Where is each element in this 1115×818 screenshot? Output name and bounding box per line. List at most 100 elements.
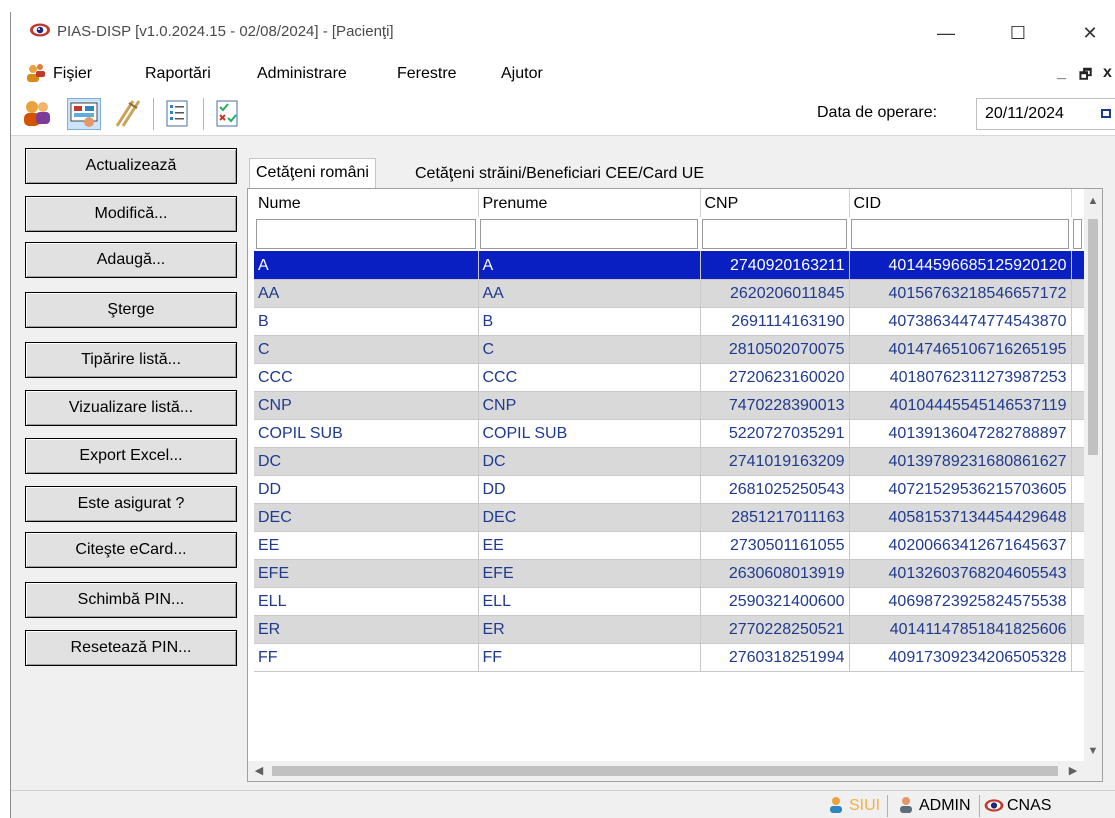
reset-pin-button[interactable]: Resetează PIN... — [25, 630, 237, 666]
patients-button[interactable] — [21, 98, 55, 130]
mdi-close-button[interactable]: x — [1103, 64, 1112, 82]
cell-cid[interactable]: 40581537134454429648 — [849, 503, 1072, 532]
cell-nume[interactable]: FF — [254, 643, 479, 672]
cell-nume[interactable]: B — [254, 307, 479, 336]
table-row[interactable]: DEC DEC 2851217011163 40581537134454429648 — [254, 503, 1085, 532]
print-list-button[interactable]: Tipărire listă... — [25, 342, 237, 378]
cell-cid[interactable]: 40147465106716265195 — [849, 335, 1072, 364]
cell-cnp[interactable]: 5220727035291 — [700, 419, 850, 448]
cell-nume[interactable]: CCC — [254, 363, 479, 392]
column-header-nume[interactable]: Nume — [254, 189, 479, 217]
filter-prenume-input[interactable] — [480, 219, 698, 249]
tab-foreign-citizens[interactable]: Cetăţeni străini/Beneficiari CEE/Card UE — [409, 160, 711, 188]
cell-cnp[interactable]: 2630608013919 — [700, 559, 850, 588]
cell-prenume[interactable]: C — [478, 335, 701, 364]
cell-cnp[interactable]: 2691114163190 — [700, 307, 850, 336]
cell-nume[interactable]: C — [254, 335, 479, 364]
crutches-button[interactable] — [111, 98, 145, 130]
operation-date-field[interactable]: 20/11/2024 — [976, 98, 1115, 130]
cell-cnp[interactable]: 2740920163211 — [700, 251, 850, 280]
cell-cnp[interactable]: 2620206011845 — [700, 279, 850, 308]
cell-prenume[interactable]: ER — [478, 615, 701, 644]
cell-prenume[interactable]: DD — [478, 475, 701, 504]
vertical-scrollbar[interactable]: ▲ ▼ — [1084, 189, 1102, 763]
add-button[interactable]: Adaugă... — [25, 242, 237, 278]
scroll-up-icon[interactable]: ▲ — [1084, 191, 1102, 211]
cell-cnp[interactable]: 2760318251994 — [700, 643, 850, 672]
cell-cid[interactable]: 40104445545146537119 — [849, 391, 1072, 420]
cell-nume[interactable]: AA — [254, 279, 479, 308]
mdi-minimize-button[interactable]: _ — [1057, 64, 1066, 82]
filter-cnp-input[interactable] — [702, 219, 847, 249]
cell-cid[interactable]: 40180762311273987253 — [849, 363, 1072, 392]
list-button[interactable] — [161, 98, 195, 130]
cell-cnp[interactable]: 2720623160020 — [700, 363, 850, 392]
cell-cnp[interactable]: 2681025250543 — [700, 475, 850, 504]
delete-button[interactable]: Şterge — [25, 292, 237, 328]
maximize-button[interactable]: ☐ — [1003, 20, 1033, 46]
menu-fisier[interactable]: Fişier — [53, 65, 92, 83]
view-list-button[interactable]: Vizualizare listă... — [25, 390, 237, 426]
cell-cid[interactable]: 40141147851841825606 — [849, 615, 1072, 644]
table-row[interactable]: EE EE 2730501161055 40200663412671645637 — [254, 531, 1085, 560]
cell-cid[interactable]: 40721529536215703605 — [849, 475, 1072, 504]
table-row[interactable]: ER ER 2770228250521 40141147851841825606 — [254, 615, 1085, 644]
cell-nume[interactable]: DC — [254, 447, 479, 476]
cell-nume[interactable]: ELL — [254, 587, 479, 616]
cell-cid[interactable]: 40698723925824575538 — [849, 587, 1072, 616]
table-row[interactable]: DC DC 2741019163209 40139789231680861627 — [254, 447, 1085, 476]
filter-extra-input[interactable] — [1073, 219, 1082, 249]
horizontal-scroll-thumb[interactable] — [272, 766, 1058, 776]
column-header-cnp[interactable]: CNP — [700, 189, 850, 217]
cell-prenume[interactable]: EE — [478, 531, 701, 560]
horizontal-scrollbar[interactable]: ◀ ▶ — [248, 761, 1102, 781]
filter-cid-input[interactable] — [851, 219, 1069, 249]
cell-nume[interactable]: EE — [254, 531, 479, 560]
cell-prenume[interactable]: A — [478, 251, 701, 280]
is-insured-button[interactable]: Este asigurat ? — [25, 486, 237, 522]
cell-cnp[interactable]: 2590321400600 — [700, 587, 850, 616]
table-row[interactable]: B B 2691114163190 40738634474774543870 — [254, 307, 1085, 336]
close-button[interactable]: ✕ — [1075, 20, 1105, 46]
cell-cid[interactable]: 40132603768204605543 — [849, 559, 1072, 588]
table-row[interactable]: FF FF 2760318251994 40917309234206505328 — [254, 643, 1085, 672]
mdi-restore-button[interactable]: 🗗 — [1079, 64, 1092, 88]
modify-button[interactable]: Modifică... — [25, 196, 237, 232]
cell-cid[interactable]: 40156763218546657172 — [849, 279, 1072, 308]
cell-prenume[interactable]: AA — [478, 279, 701, 308]
table-row[interactable]: A A 2740920163211 40144596685125920120 — [254, 251, 1085, 280]
cell-nume[interactable]: COPIL SUB — [254, 419, 479, 448]
cell-cid[interactable]: 40144596685125920120 — [849, 251, 1072, 280]
cell-prenume[interactable]: EFE — [478, 559, 701, 588]
cell-cnp[interactable]: 2810502070075 — [700, 335, 850, 364]
minimize-button[interactable]: — — [931, 20, 961, 46]
cell-cid[interactable]: 40139789231680861627 — [849, 447, 1072, 476]
cell-cnp[interactable]: 2730501161055 — [700, 531, 850, 560]
cell-prenume[interactable]: CNP — [478, 391, 701, 420]
cell-nume[interactable]: DEC — [254, 503, 479, 532]
cell-cnp[interactable]: 2741019163209 — [700, 447, 850, 476]
cell-cnp[interactable]: 2851217011163 — [700, 503, 850, 532]
cell-prenume[interactable]: ELL — [478, 587, 701, 616]
export-excel-button[interactable]: Export Excel... — [25, 438, 237, 474]
column-header-prenume[interactable]: Prenume — [478, 189, 701, 217]
table-row[interactable]: AA AA 2620206011845 40156763218546657172 — [254, 279, 1085, 308]
tab-romanian-citizens[interactable]: Cetăţeni români — [249, 158, 376, 188]
column-header-cid[interactable]: CID — [849, 189, 1072, 217]
refresh-button[interactable]: Actualizează — [25, 148, 237, 184]
cell-prenume[interactable]: COPIL SUB — [478, 419, 701, 448]
cell-cid[interactable]: 40200663412671645637 — [849, 531, 1072, 560]
cell-cid[interactable]: 40917309234206505328 — [849, 643, 1072, 672]
menu-administrare[interactable]: Administrare — [257, 65, 347, 83]
cell-nume[interactable]: A — [254, 251, 479, 280]
table-row[interactable]: CCC CCC 2720623160020 40180762311273987253 — [254, 363, 1085, 392]
table-row[interactable]: DD DD 2681025250543 40721529536215703605 — [254, 475, 1085, 504]
cell-nume[interactable]: CNP — [254, 391, 479, 420]
cell-prenume[interactable]: FF — [478, 643, 701, 672]
table-row[interactable]: ELL ELL 2590321400600 40698723925824575538 — [254, 587, 1085, 616]
diagnosis-button[interactable] — [67, 98, 101, 130]
table-row[interactable]: CNP CNP 7470228390013 40104445545146537119 — [254, 391, 1085, 420]
cell-cnp[interactable]: 2770228250521 — [700, 615, 850, 644]
table-row[interactable]: EFE EFE 2630608013919 40132603768204605543 — [254, 559, 1085, 588]
scroll-down-icon[interactable]: ▼ — [1084, 741, 1102, 761]
